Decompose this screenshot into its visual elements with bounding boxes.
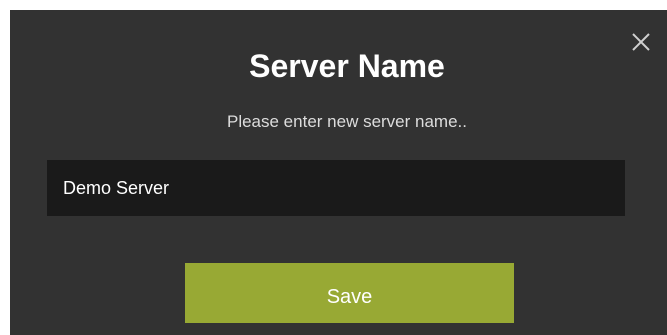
server-name-input[interactable]	[47, 160, 625, 216]
server-name-dialog: Server Name Please enter new server name…	[10, 10, 667, 335]
dialog-title: Server Name	[249, 48, 445, 84]
dialog-subtitle: Please enter new server name..	[226, 112, 467, 131]
save-button[interactable]: Save	[185, 263, 514, 323]
